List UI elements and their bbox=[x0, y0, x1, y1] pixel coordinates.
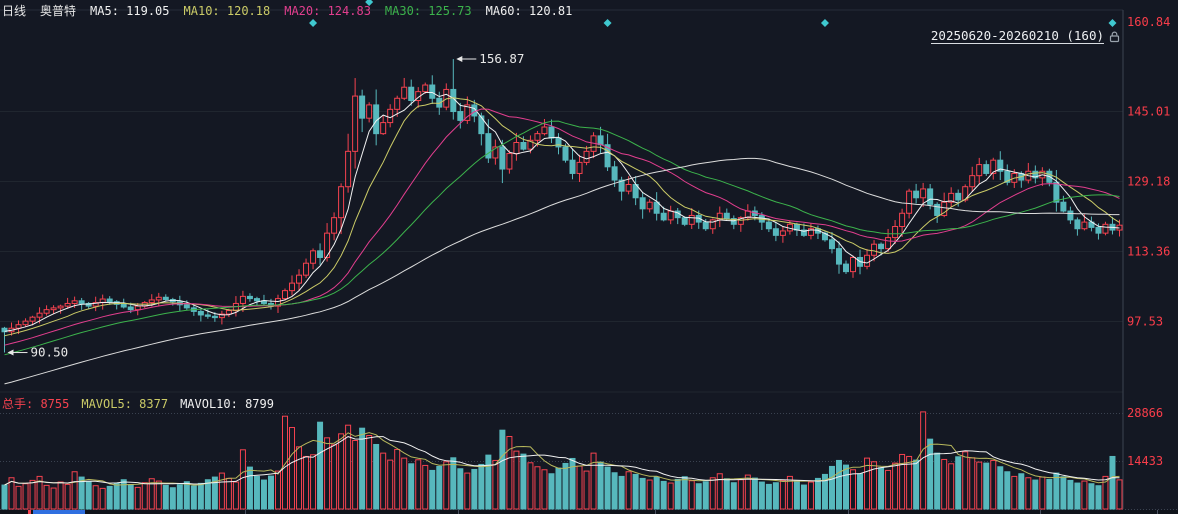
volume-pane-legend: 总手: 8755 MAVOL5: 8377 MAVOL10: 8799 bbox=[2, 395, 274, 412]
ma-lines bbox=[5, 93, 1120, 384]
svg-text:28866: 28866 bbox=[1127, 406, 1163, 420]
bottom-scrollbar[interactable] bbox=[0, 510, 1178, 514]
svg-text:113.36: 113.36 bbox=[1127, 244, 1170, 258]
ma60-legend: MA60: 120.81 bbox=[486, 4, 573, 18]
date-range-link[interactable]: 20250620-20260210 (160) bbox=[931, 28, 1121, 44]
svg-text:160.84: 160.84 bbox=[1127, 15, 1170, 29]
price-axis-labels: 160.84 145.01 129.18 113.36 97.53 bbox=[1127, 15, 1170, 328]
ma20-legend: MA20: 124.83 bbox=[284, 4, 371, 18]
volume-axis-labels: 28866 14433 bbox=[1127, 406, 1163, 468]
scroll-red-tick bbox=[28, 510, 31, 514]
candlestick-chart-canvas[interactable]: 156.87 90.50 160.84 145.01 129.18 113.36 97.53… bbox=[0, 0, 1178, 514]
svg-text:97.53: 97.53 bbox=[1127, 314, 1163, 328]
stock-chart-window: 日线 奥普特 MA5: 119.05 MA10: 120.18 MA20: 12… bbox=[0, 0, 1178, 514]
mavol10-legend: MAVOL10: 8799 bbox=[180, 397, 274, 411]
period-label: 日线 bbox=[2, 2, 26, 19]
svg-text:145.01: 145.01 bbox=[1127, 104, 1170, 118]
svg-text:156.87: 156.87 bbox=[479, 51, 524, 66]
volume-bars bbox=[2, 412, 1122, 509]
date-range-label[interactable]: 20250620-20260210 (160) bbox=[931, 28, 1104, 44]
price-pane-legend: 日线 奥普特 MA5: 119.05 MA10: 120.18 MA20: 12… bbox=[2, 2, 572, 19]
ma5-legend: MA5: 119.05 bbox=[90, 4, 169, 18]
mavol5-legend: MAVOL5: 8377 bbox=[81, 397, 168, 411]
unlock-icon[interactable] bbox=[1108, 30, 1121, 43]
ma10-legend: MA10: 120.18 bbox=[184, 4, 271, 18]
svg-text:129.18: 129.18 bbox=[1127, 175, 1170, 189]
ma30-legend: MA30: 125.73 bbox=[385, 4, 472, 18]
total-volume-legend: 总手: 8755 bbox=[2, 395, 69, 412]
svg-text:14433: 14433 bbox=[1127, 454, 1163, 468]
svg-text:90.50: 90.50 bbox=[31, 345, 69, 360]
scrollbar-thumb[interactable] bbox=[33, 510, 85, 514]
grid-lines bbox=[0, 10, 1178, 510]
stock-name: 奥普特 bbox=[40, 2, 76, 19]
